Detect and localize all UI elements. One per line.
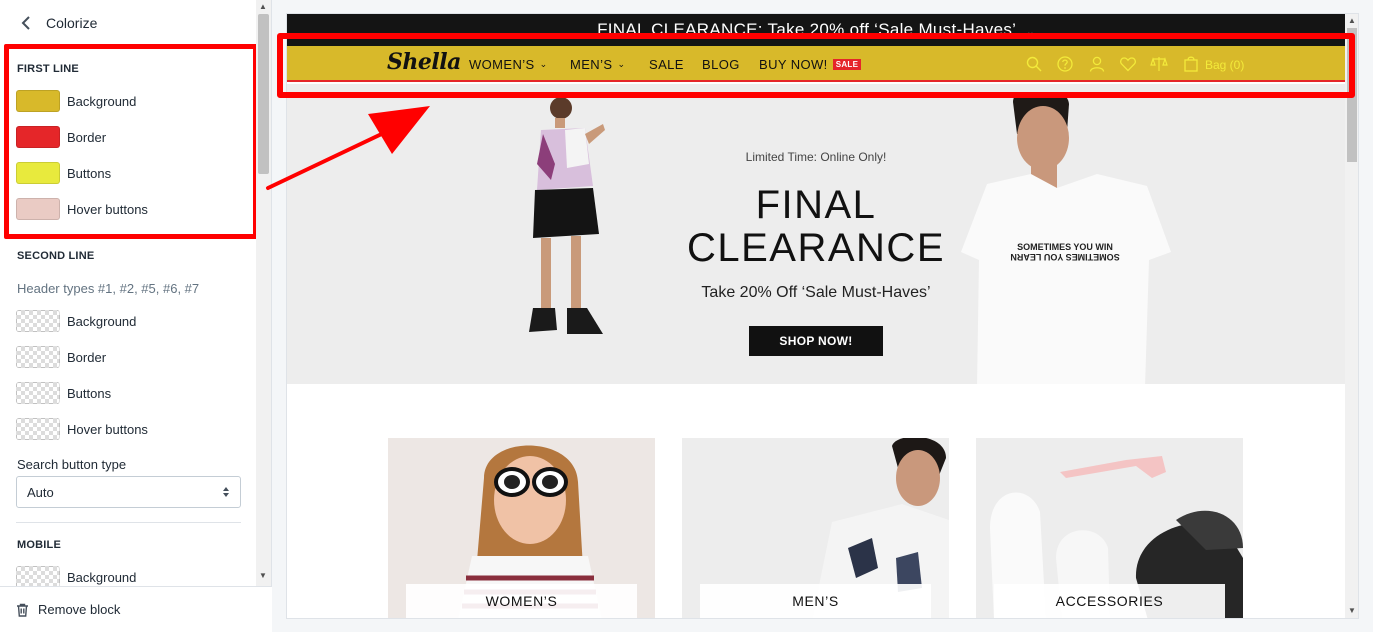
color-label: Hover buttons xyxy=(67,201,148,217)
chevron-down-icon: ⌄ xyxy=(539,59,548,69)
nav-mens[interactable]: MEN’S ⌄ xyxy=(570,57,625,72)
nav-womens[interactable]: WOMEN’S ⌄ xyxy=(469,57,548,72)
first-line-heading: FIRST LINE xyxy=(17,63,79,75)
second-line-hover-buttons-color[interactable]: Hover buttons xyxy=(16,418,148,440)
help-icon[interactable] xyxy=(1056,55,1074,73)
color-swatch[interactable] xyxy=(16,566,60,586)
remove-block-button[interactable]: Remove block xyxy=(0,586,272,632)
nav-label: BLOG xyxy=(702,57,740,72)
color-swatch[interactable] xyxy=(16,162,60,184)
remove-block-label: Remove block xyxy=(38,602,121,617)
mobile-background-color[interactable]: Background xyxy=(16,566,136,586)
back-button[interactable] xyxy=(16,13,36,33)
sidebar-scrollbar[interactable]: ▲ ▼ xyxy=(256,0,271,586)
category-mens[interactable]: MEN’S xyxy=(682,438,949,618)
nav-label: MEN’S xyxy=(570,57,613,72)
hero-banner: Limited Time: Online Only! FINAL CLEARAN… xyxy=(287,84,1345,384)
color-label: Background xyxy=(67,569,137,585)
second-line-heading: SECOND LINE xyxy=(17,250,95,262)
nav-label: WOMEN’S xyxy=(469,57,535,72)
chevron-down-icon: ⌄ xyxy=(617,59,626,69)
scroll-down-arrow-icon[interactable]: ▼ xyxy=(259,571,267,580)
select-value: Auto xyxy=(27,484,54,500)
second-line-border-color[interactable]: Border xyxy=(16,346,106,368)
search-icon[interactable] xyxy=(1025,55,1043,73)
category-label: WOMEN’S xyxy=(406,584,637,618)
compare-icon[interactable] xyxy=(1150,55,1168,73)
mobile-heading: MOBILE xyxy=(17,539,61,551)
announcement-bar[interactable]: FINAL CLEARANCE: Take 20% off ‘Sale Must… xyxy=(287,14,1345,46)
nav-buy-now[interactable]: BUY NOW! SALE xyxy=(759,57,862,72)
search-button-type-select[interactable]: Auto xyxy=(16,476,241,508)
nav-blog[interactable]: BLOG xyxy=(702,57,740,72)
second-line-help-text: Header types #1, #2, #5, #6, #7 xyxy=(17,281,200,296)
chevron-down-icon: ⌄ xyxy=(1026,27,1035,38)
category-label: ACCESSORIES xyxy=(994,584,1225,618)
color-label: Buttons xyxy=(67,385,112,401)
color-label: Border xyxy=(67,129,107,145)
bag-icon[interactable] xyxy=(1182,55,1200,73)
sidebar-header: Colorize xyxy=(0,0,272,46)
select-arrows-icon xyxy=(223,487,229,497)
shop-now-button[interactable]: SHOP NOW! xyxy=(749,326,883,356)
first-line-border-color[interactable]: Border xyxy=(16,126,106,148)
color-label: Hover buttons xyxy=(67,421,148,437)
color-label: Border xyxy=(67,349,107,365)
first-line-hover-buttons-color[interactable]: Hover buttons xyxy=(16,198,148,220)
account-icon[interactable] xyxy=(1088,55,1106,73)
chevron-left-icon xyxy=(21,16,30,30)
theme-preview: FINAL CLEARANCE: Take 20% off ‘Sale Must… xyxy=(286,13,1359,619)
sale-badge: SALE xyxy=(832,59,862,70)
color-swatch[interactable] xyxy=(16,346,60,368)
editor-sidebar: Colorize FIRST LINE Background Border Bu… xyxy=(0,0,272,632)
category-womens[interactable]: WOMEN’S xyxy=(388,438,655,618)
wishlist-icon[interactable] xyxy=(1119,55,1137,73)
color-swatch[interactable] xyxy=(16,126,60,148)
color-swatch[interactable] xyxy=(16,90,60,112)
trash-icon xyxy=(17,603,28,617)
nav-label: SALE xyxy=(649,57,684,72)
second-line-buttons-color[interactable]: Buttons xyxy=(16,382,111,404)
color-swatch[interactable] xyxy=(16,382,60,404)
nav-sale[interactable]: SALE xyxy=(649,57,684,72)
color-label: Background xyxy=(67,313,137,329)
color-swatch[interactable] xyxy=(16,310,60,332)
bag-label[interactable]: Bag (0) xyxy=(1205,58,1244,72)
announcement-text: FINAL CLEARANCE: Take 20% off ‘Sale Must… xyxy=(597,20,1017,39)
hero-man-image: SOMETIMES YOU WIN SOMETIMES YOU LEARN xyxy=(961,92,1171,384)
search-button-type-label: Search button type xyxy=(17,457,127,472)
category-accessories[interactable]: ACCESSORIES xyxy=(976,438,1243,618)
section-divider xyxy=(16,522,241,523)
store-header-first-line: Shella WOMEN’S ⌄ MEN’S ⌄ SALE BLOG BUY NOW… xyxy=(287,46,1345,82)
scroll-up-arrow-icon[interactable]: ▲ xyxy=(259,2,267,11)
sidebar-title: Colorize xyxy=(46,15,98,31)
first-line-background-color[interactable]: Background xyxy=(16,90,136,112)
scroll-down-arrow-icon[interactable]: ▼ xyxy=(1348,606,1356,615)
scrollbar-thumb[interactable] xyxy=(258,14,269,174)
color-label: Buttons xyxy=(67,165,112,181)
second-line-background-color[interactable]: Background xyxy=(16,310,136,332)
category-label: MEN’S xyxy=(700,584,931,618)
preview-scrollbar[interactable]: ▲ ▼ xyxy=(1345,14,1358,618)
tshirt-print-line-1: SOMETIMES YOU WIN xyxy=(1017,242,1113,252)
scroll-up-arrow-icon[interactable]: ▲ xyxy=(1348,16,1356,25)
scrollbar-thumb[interactable] xyxy=(1347,28,1357,162)
first-line-buttons-color[interactable]: Buttons xyxy=(16,162,111,184)
store-logo[interactable]: Shella xyxy=(387,49,461,75)
nav-label: BUY NOW! xyxy=(759,57,828,72)
color-swatch[interactable] xyxy=(16,198,60,220)
sidebar-settings: FIRST LINE Background Border Buttons Hov… xyxy=(0,46,256,586)
tshirt-print-line-2: SOMETIMES YOU LEARN xyxy=(1010,252,1119,262)
color-label: Background xyxy=(67,93,137,109)
color-swatch[interactable] xyxy=(16,418,60,440)
